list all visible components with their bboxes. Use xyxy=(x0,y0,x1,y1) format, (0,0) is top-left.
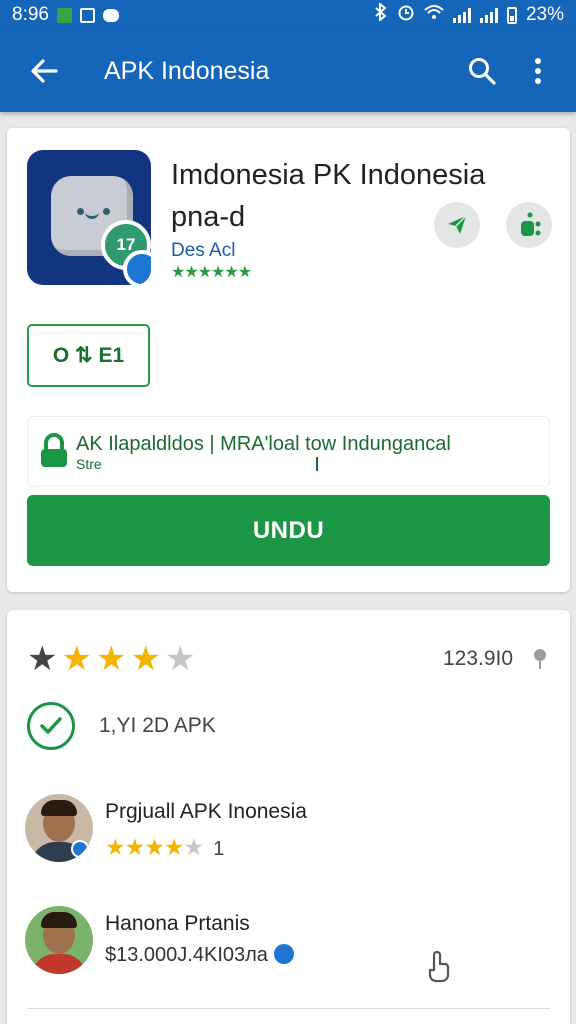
wishlist-icon[interactable] xyxy=(506,202,552,248)
review-stars: ★★★★★ 1 xyxy=(105,834,225,860)
message-icon xyxy=(102,8,119,22)
avatar xyxy=(25,794,93,862)
thumb-icon[interactable] xyxy=(425,950,451,984)
wifi-icon xyxy=(424,4,444,26)
verified-badge-icon xyxy=(273,944,294,964)
search-icon[interactable] xyxy=(462,51,502,91)
bluetooth-icon xyxy=(374,1,388,27)
app-icon[interactable]: 17 xyxy=(27,150,151,285)
reviews-card: ★ ★ ★ ★ ★ 123.9I0 1,YI 2D APK Prgjuall A… xyxy=(7,610,570,1024)
notification-app-icon xyxy=(56,7,72,23)
reviewer-name: Hanona Prtanis xyxy=(105,912,250,935)
verified-label: 1,YI 2D APK xyxy=(99,714,216,737)
reviewer-name: Prgjuall APK Inonesia xyxy=(105,800,307,823)
star-icon: ★ xyxy=(95,640,127,678)
page-title: APK Indonesia xyxy=(104,56,270,85)
info-subtext: Stre xyxy=(76,456,102,472)
status-bar: 8:96 23% xyxy=(0,0,576,30)
info-bar: AK Ilapaldldos | MRA'loal tow Indunganca… xyxy=(27,416,550,487)
info-text: AK Ilapaldldos | MRA'loal tow Indunganca… xyxy=(76,433,451,455)
alarm-icon xyxy=(397,3,415,27)
app-detail-card: 17 Imdonesia PK Indonesia pna-d Des Acl … xyxy=(7,128,570,592)
rating-stars: ★ ★ ★ ★ ★ xyxy=(27,642,195,676)
battery-percent: 23% xyxy=(525,4,564,25)
notification-box-icon xyxy=(79,7,95,23)
lock-icon xyxy=(40,433,68,469)
star-icon: ★ xyxy=(130,640,161,678)
battery-icon xyxy=(506,6,517,24)
review-amount: $13.000J.4KI03лa xyxy=(105,944,294,967)
more-vert-icon[interactable] xyxy=(518,51,558,91)
review-number: 1 xyxy=(213,838,225,860)
app-rating-stars: ★★★★★★ xyxy=(171,264,252,281)
signal-icon xyxy=(479,7,498,23)
star-icon: ★ xyxy=(61,640,92,678)
app-bar: APK Indonesia xyxy=(0,30,576,112)
location-pin-icon xyxy=(533,648,547,670)
back-arrow-icon[interactable] xyxy=(24,51,64,91)
app-tag-chip[interactable]: O ⇅ E1 xyxy=(27,324,150,387)
rating-count: 123.9I0 xyxy=(443,647,514,670)
share-icon[interactable] xyxy=(434,202,480,248)
review-item[interactable]: Prgjuall APK Inonesia ★★★★★ 1 xyxy=(25,794,545,874)
verified-row: 1,YI 2D APK xyxy=(27,702,216,750)
signal-icon xyxy=(452,7,471,23)
divider xyxy=(27,1008,550,1009)
status-time: 8:96 xyxy=(12,4,49,25)
download-button[interactable]: UNDU xyxy=(27,495,550,566)
app-icon-sub-badge xyxy=(123,250,151,285)
developer-name[interactable]: Des Acl xyxy=(171,240,235,262)
star-icon: ★ xyxy=(164,640,196,678)
avatar xyxy=(25,906,93,974)
verified-badge-icon xyxy=(71,840,89,858)
star-icon: ★ xyxy=(27,640,58,678)
check-circle-icon xyxy=(27,702,75,750)
review-item[interactable]: Hanona Prtanis $13.000J.4KI03лa xyxy=(25,906,545,986)
